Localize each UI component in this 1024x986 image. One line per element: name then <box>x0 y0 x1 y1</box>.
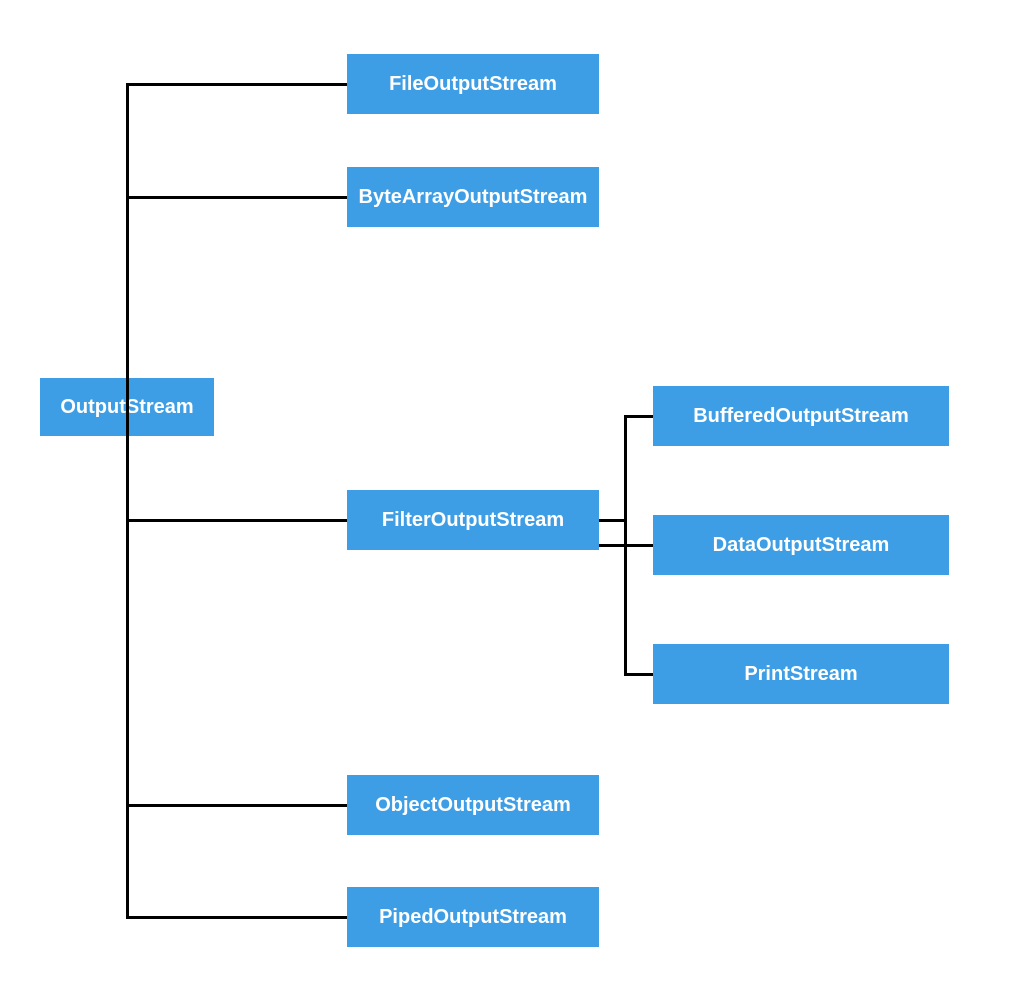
node-label: ByteArrayOutputStream <box>359 186 588 209</box>
node-label: PipedOutputStream <box>379 906 567 929</box>
node-label: FilterOutputStream <box>382 509 564 532</box>
connector-to-bufferedoutputstream <box>624 415 653 418</box>
connector-filter-to-spine <box>599 519 627 522</box>
node-bufferedoutputstream: BufferedOutputStream <box>653 386 949 446</box>
connector-to-dataoutputstream <box>624 544 653 547</box>
node-fileoutputstream: FileOutputStream <box>347 54 599 114</box>
connector-to-fileoutputstream <box>126 83 347 86</box>
node-objectoutputstream: ObjectOutputStream <box>347 775 599 835</box>
connector-to-filteroutputstream <box>126 519 347 522</box>
node-label: FileOutputStream <box>389 73 557 96</box>
node-label: BufferedOutputStream <box>693 405 909 428</box>
node-pipedoutputstream: PipedOutputStream <box>347 887 599 947</box>
connector-spine-root <box>126 84 129 919</box>
connector-to-bytearrayoutputstream <box>126 196 347 199</box>
node-label: DataOutputStream <box>713 534 890 557</box>
node-bytearrayoutputstream: ByteArrayOutputStream <box>347 167 599 227</box>
node-label: ObjectOutputStream <box>375 794 571 817</box>
node-printstream: PrintStream <box>653 644 949 704</box>
node-label: PrintStream <box>744 663 857 686</box>
connector-to-pipedoutputstream <box>126 916 347 919</box>
node-dataoutputstream: DataOutputStream <box>653 515 949 575</box>
node-filteroutputstream: FilterOutputStream <box>347 490 599 550</box>
connector-to-printstream <box>624 673 653 676</box>
connector-to-objectoutputstream <box>126 804 347 807</box>
